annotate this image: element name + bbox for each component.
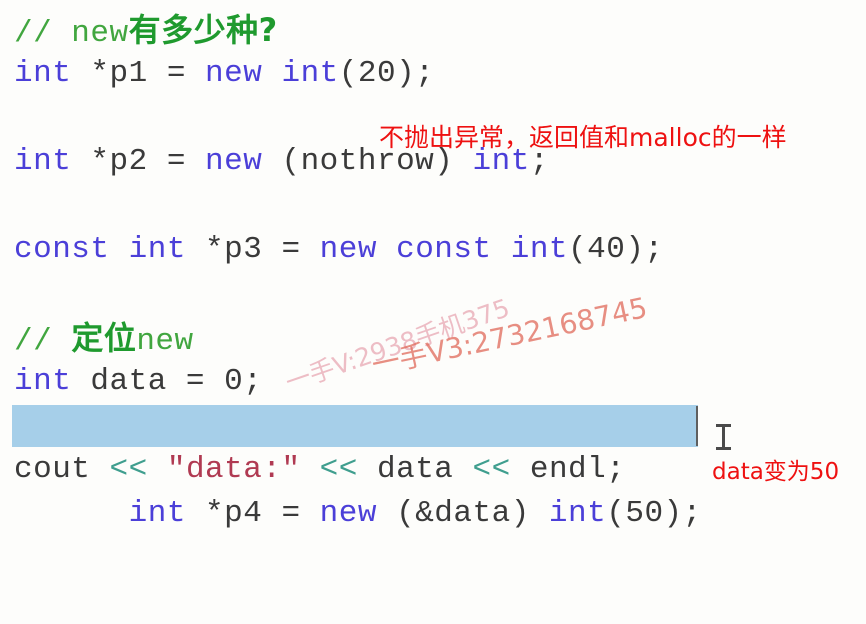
comment-cjk-text: 有多少种? <box>128 11 278 49</box>
i-beam-cursor-icon <box>716 424 731 450</box>
variable-data: data <box>377 452 454 487</box>
code-line-6[interactable]: const int *p3 = new const int(40); <box>14 228 866 272</box>
keyword-int: int <box>128 496 186 531</box>
code-line-9[interactable]: int data = 0; <box>14 360 866 404</box>
code-text: *p3 = <box>185 232 320 267</box>
keyword-int-2: int <box>548 496 607 531</box>
endl-identifier: endl; <box>529 452 626 487</box>
code-text: *p1 = <box>71 56 206 91</box>
comment-cjk-text: 定位 <box>71 319 137 357</box>
selection-highlight <box>12 405 698 447</box>
code-line-2[interactable]: int *p1 = new int(20); <box>14 52 866 96</box>
code-text: *p4 = <box>185 496 320 531</box>
code-text: *p2 = <box>71 144 206 179</box>
keyword-const-2: const <box>396 232 492 267</box>
string-literal: "data:" <box>166 452 301 487</box>
i-beam-stem <box>722 427 725 447</box>
code-placement-paren: (&data) <box>376 496 549 531</box>
code-line-5-blank[interactable] <box>14 184 866 228</box>
stream-operator-2: << <box>300 452 377 487</box>
code-line-1[interactable]: // new有多少种? <box>14 8 866 52</box>
code-text: data = 0; <box>71 364 263 399</box>
keyword-int: int <box>14 364 72 399</box>
comment-ascii-text-2: new <box>136 324 194 359</box>
code-line-7-blank[interactable] <box>14 272 866 316</box>
code-space-3 <box>492 232 511 267</box>
code-text-tail: (40); <box>568 232 664 267</box>
stream-operator-3: << <box>453 452 530 487</box>
keyword-int: int <box>128 232 186 267</box>
comment-ascii-text: // new <box>14 16 129 51</box>
keyword-new: new <box>205 144 263 179</box>
keyword-new: new <box>205 56 263 91</box>
code-text-tail: (50); <box>606 496 702 531</box>
code-space-2 <box>377 232 396 267</box>
cout-identifier: cout <box>14 452 91 487</box>
keyword-int-2: int <box>510 232 569 267</box>
code-line-10-selected[interactable]: int *p4 = new (&data) int(50); <box>12 404 866 531</box>
annotation-data-note: data变为50 <box>712 459 840 485</box>
code-line-8[interactable]: // 定位new <box>14 316 866 360</box>
text-caret <box>696 406 698 446</box>
keyword-new: new <box>319 496 377 531</box>
code-editor-canvas[interactable]: // new有多少种? int *p1 = new int(20); int *… <box>0 0 866 531</box>
keyword-int-2: int <box>281 56 339 91</box>
keyword-const: const <box>14 232 110 267</box>
keyword-int: int <box>14 56 72 91</box>
annotation-nothrow-note: 不抛出异常，返回值和malloc的一样 <box>379 123 787 152</box>
code-text-tail: (20); <box>338 56 435 91</box>
stream-operator-1: << <box>90 452 167 487</box>
keyword-int: int <box>14 144 72 179</box>
comment-ascii-text: // <box>14 324 72 359</box>
i-beam-bottom-cap <box>716 447 731 450</box>
keyword-new: new <box>319 232 377 267</box>
code-lines-container[interactable]: // new有多少种? int *p1 = new int(20); int *… <box>12 8 866 531</box>
